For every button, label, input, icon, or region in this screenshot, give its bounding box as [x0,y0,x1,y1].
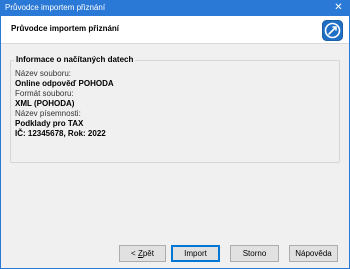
document-name-label: Název písemnosti: [15,109,81,118]
window-title: Průvodce importem přiznání [5,3,106,12]
cancel-button[interactable]: Storno [230,245,279,262]
wizard-title: Průvodce importem přiznání [11,24,120,33]
close-icon[interactable]: ✕ [334,2,343,13]
back-button-rest: pět [142,249,154,258]
file-name-value: Online odpověď POHODA [15,79,114,88]
back-button-prefix: < [131,249,138,258]
pohoda-logo-icon [322,20,343,41]
file-name-label: Název souboru: [15,69,72,78]
back-button[interactable]: < Zpět [119,245,166,262]
dialog-body: Průvodce importem přiznání Informace o n… [0,16,350,269]
document-name-value: Podklady pro TAX [15,119,84,128]
file-format-value: XML (POHODA) [15,99,75,108]
help-button[interactable]: Nápověda [289,245,338,262]
file-info-group: Informace o načítaných datech Název soub… [10,55,340,163]
wizard-header: Průvodce importem přiznání [1,16,349,44]
import-button[interactable]: Import [171,245,220,262]
id-year-value: IČ: 12345678, Rok: 2022 [15,129,106,138]
file-info-legend: Informace o načítaných datech [14,55,136,65]
file-format-label: Formát souboru: [15,89,74,98]
title-bar: Průvodce importem přiznání ✕ [0,0,350,16]
